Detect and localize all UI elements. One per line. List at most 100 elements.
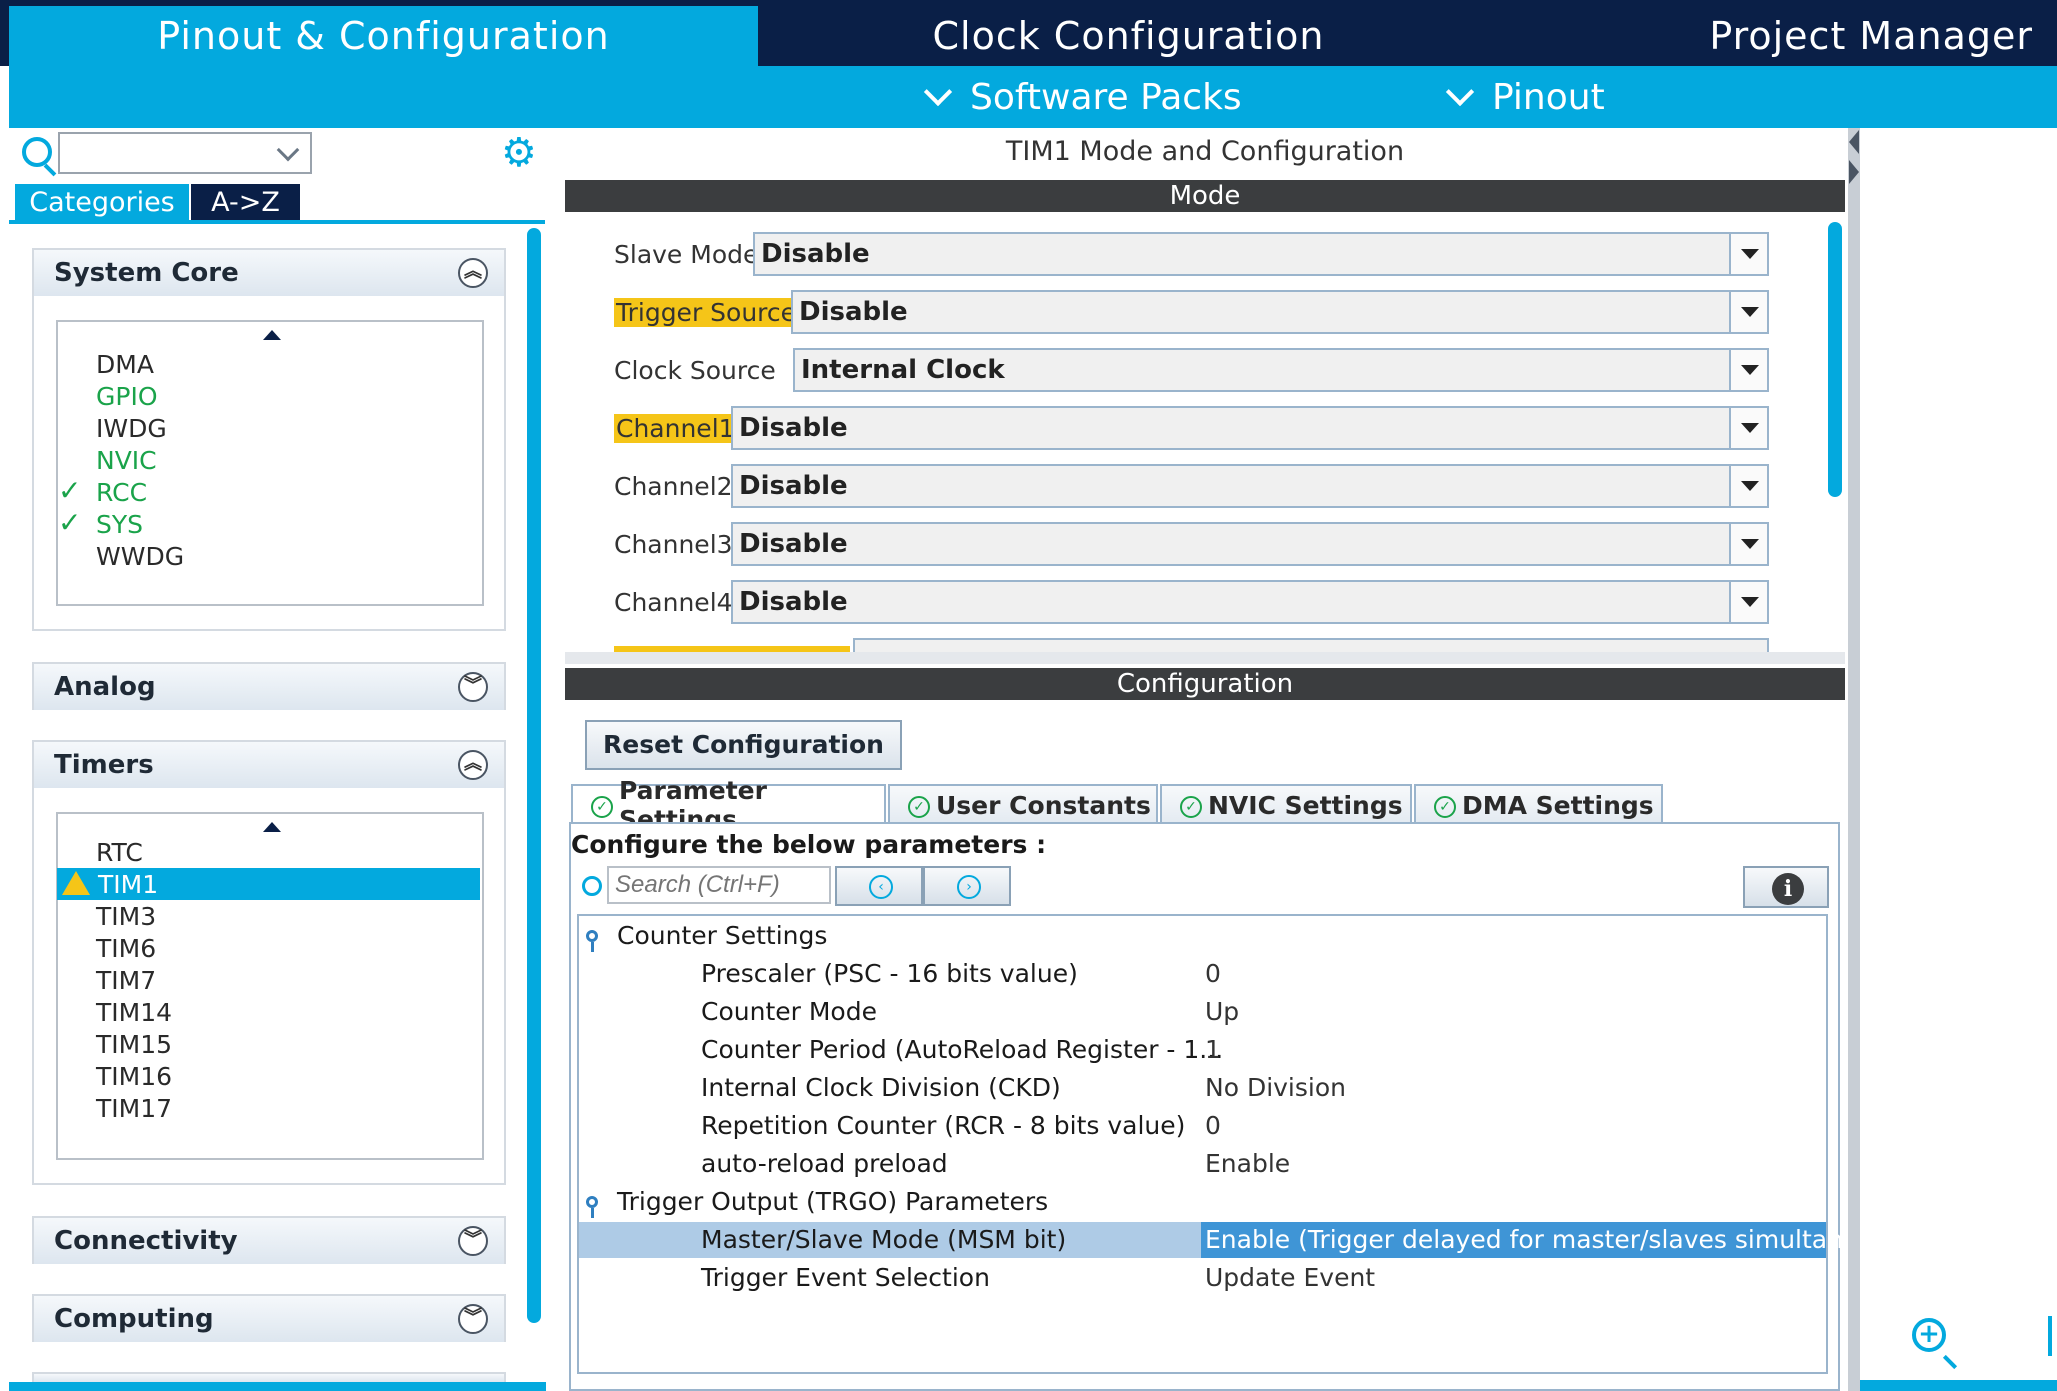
list-item-tim15[interactable]: TIM15 bbox=[96, 1030, 172, 1059]
param-name[interactable]: Prescaler (PSC - 16 bits value) bbox=[701, 959, 1078, 988]
search-icon bbox=[22, 137, 52, 167]
check-icon: ✓ bbox=[58, 506, 82, 539]
fit-view-icon[interactable] bbox=[2048, 1316, 2057, 1356]
param-value[interactable]: No Division bbox=[1205, 1073, 1346, 1102]
search-previous-button[interactable]: ‹ bbox=[835, 866, 923, 906]
tab-parameter-settings[interactable]: ✓ Parameter Settings bbox=[571, 776, 886, 834]
dropdown-arrow-icon[interactable] bbox=[1729, 466, 1767, 506]
gear-icon[interactable]: ⚙ bbox=[501, 133, 537, 173]
param-value[interactable]: Update Event bbox=[1205, 1263, 1375, 1292]
collapse-icon[interactable]: ︽ bbox=[458, 750, 488, 780]
tab-a-to-z[interactable]: A->Z bbox=[191, 184, 300, 220]
tab-nvic-settings[interactable]: ✓ NVIC Settings bbox=[1160, 784, 1412, 824]
param-value[interactable]: 0 bbox=[1205, 959, 1221, 988]
configure-label: Configure the below parameters : bbox=[571, 830, 1047, 859]
select-channel1[interactable]: Disable bbox=[731, 406, 1769, 450]
param-name[interactable]: Counter Period (AutoReload Register - 1.… bbox=[701, 1035, 1223, 1064]
list-item-sys[interactable]: SYS bbox=[96, 510, 143, 539]
list-item-iwdg[interactable]: IWDG bbox=[96, 414, 167, 443]
search-next-button[interactable]: › bbox=[923, 866, 1011, 906]
warning-icon bbox=[62, 871, 90, 895]
expand-icon[interactable]: ︾ bbox=[458, 672, 488, 702]
section-counter-settings[interactable]: Counter Settings bbox=[617, 921, 827, 950]
zoom-in-icon[interactable]: + bbox=[1912, 1318, 1946, 1352]
dropdown-arrow-icon[interactable] bbox=[1729, 350, 1767, 390]
group-title: Connectivity bbox=[54, 1226, 238, 1256]
param-value[interactable]: 1 bbox=[1205, 1035, 1221, 1064]
list-item-rcc[interactable]: RCC bbox=[96, 478, 147, 507]
left-scrollbar[interactable] bbox=[527, 228, 541, 1323]
collapse-left-icon[interactable] bbox=[1849, 130, 1859, 154]
select-channel4[interactable]: Disable bbox=[731, 580, 1769, 624]
pinout-menu[interactable]: Pinout bbox=[1445, 66, 1605, 128]
parameter-search-input[interactable] bbox=[607, 866, 831, 904]
list-item-rtc[interactable]: RTC bbox=[96, 838, 143, 867]
list-item-tim14[interactable]: TIM14 bbox=[96, 998, 172, 1027]
reset-configuration-button[interactable]: Reset Configuration bbox=[585, 720, 902, 770]
section-trigger-output[interactable]: Trigger Output (TRGO) Parameters bbox=[617, 1187, 1048, 1216]
select-clock-source[interactable]: Internal Clock bbox=[793, 348, 1769, 392]
param-name[interactable]: Master/Slave Mode (MSM bit) bbox=[701, 1225, 1066, 1254]
dropdown-arrow-icon[interactable] bbox=[1729, 408, 1767, 448]
label-channel4: Channel4 bbox=[614, 588, 733, 617]
group-header-analog[interactable]: Analog ︾ bbox=[34, 664, 504, 710]
expand-icon[interactable]: ︾ bbox=[458, 1226, 488, 1256]
pinout-view-panel bbox=[1860, 128, 2057, 1391]
list-item-gpio[interactable]: GPIO bbox=[96, 382, 158, 411]
chevron-left-icon: ‹ bbox=[869, 875, 893, 899]
mode-scrollbar[interactable] bbox=[1828, 222, 1842, 497]
tab-categories[interactable]: Categories bbox=[15, 184, 189, 220]
param-value[interactable]: 0 bbox=[1205, 1111, 1221, 1140]
list-item-wwdg[interactable]: WWDG bbox=[96, 542, 184, 571]
tab-project-manager[interactable]: Project Manager bbox=[1500, 6, 2057, 66]
select-channel2[interactable]: Disable bbox=[731, 464, 1769, 508]
group-partial bbox=[32, 1372, 506, 1382]
tab-pinout-configuration[interactable]: Pinout & Configuration bbox=[9, 6, 758, 66]
dropdown-arrow-icon[interactable] bbox=[1729, 234, 1767, 274]
list-item-dma[interactable]: DMA bbox=[96, 350, 154, 379]
tab-user-constants[interactable]: ✓ User Constants bbox=[888, 784, 1158, 824]
list-item-tim17[interactable]: TIM17 bbox=[96, 1094, 172, 1123]
collapse-icon[interactable]: ︽ bbox=[458, 258, 488, 288]
param-name[interactable]: auto-reload preload bbox=[701, 1149, 948, 1178]
param-name[interactable]: Repetition Counter (RCR - 8 bits value) bbox=[701, 1111, 1185, 1140]
tab-clock-configuration[interactable]: Clock Configuration bbox=[760, 6, 1497, 66]
select-trigger-source[interactable]: Disable bbox=[791, 290, 1769, 334]
param-name[interactable]: Trigger Event Selection bbox=[701, 1263, 990, 1292]
mode-header: Mode bbox=[565, 180, 1845, 212]
right-splitter[interactable] bbox=[1848, 128, 1860, 1391]
group-header-computing[interactable]: Computing ︾ bbox=[34, 1296, 504, 1342]
scroll-up-icon[interactable] bbox=[263, 822, 281, 832]
list-item-tim3[interactable]: TIM3 bbox=[96, 902, 156, 931]
list-item-tim1[interactable]: TIM1 bbox=[98, 870, 158, 899]
check-circle-icon: ✓ bbox=[908, 796, 930, 818]
param-value[interactable]: Enable (Trigger delayed for master/slave… bbox=[1205, 1225, 1867, 1254]
param-value[interactable]: Up bbox=[1205, 997, 1239, 1026]
group-header-connectivity[interactable]: Connectivity ︾ bbox=[34, 1218, 504, 1264]
expand-right-icon[interactable] bbox=[1849, 160, 1859, 184]
tab-label: DMA Settings bbox=[1462, 790, 1654, 820]
param-name[interactable]: Internal Clock Division (CKD) bbox=[701, 1073, 1061, 1102]
tab-label: User Constants bbox=[936, 790, 1151, 820]
tab-dma-settings[interactable]: ✓ DMA Settings bbox=[1414, 784, 1663, 824]
expand-icon[interactable]: ︾ bbox=[458, 1304, 488, 1334]
param-value[interactable]: Enable bbox=[1205, 1149, 1290, 1178]
select-channel3[interactable]: Disable bbox=[731, 522, 1769, 566]
group-title: System Core bbox=[54, 258, 239, 288]
list-item-tim6[interactable]: TIM6 bbox=[96, 934, 156, 963]
group-header-timers[interactable]: Timers ︽ bbox=[34, 742, 504, 788]
info-button[interactable]: i bbox=[1743, 866, 1829, 908]
software-packs-menu[interactable]: Software Packs bbox=[923, 66, 1242, 128]
select-slave-mode[interactable]: Disable bbox=[753, 232, 1769, 276]
dropdown-arrow-icon[interactable] bbox=[1729, 524, 1767, 564]
list-item-tim7[interactable]: TIM7 bbox=[96, 966, 156, 995]
list-item-nvic[interactable]: NVIC bbox=[96, 446, 157, 475]
dropdown-arrow-icon[interactable] bbox=[1729, 582, 1767, 622]
list-item-tim16[interactable]: TIM16 bbox=[96, 1062, 172, 1091]
dropdown-arrow-icon[interactable] bbox=[1729, 292, 1767, 332]
group-header-system-core[interactable]: System Core ︽ bbox=[34, 250, 504, 296]
scroll-up-icon[interactable] bbox=[263, 330, 281, 340]
param-name[interactable]: Counter Mode bbox=[701, 997, 877, 1026]
category-search-combo[interactable] bbox=[58, 132, 312, 174]
splitter[interactable] bbox=[565, 652, 1845, 664]
